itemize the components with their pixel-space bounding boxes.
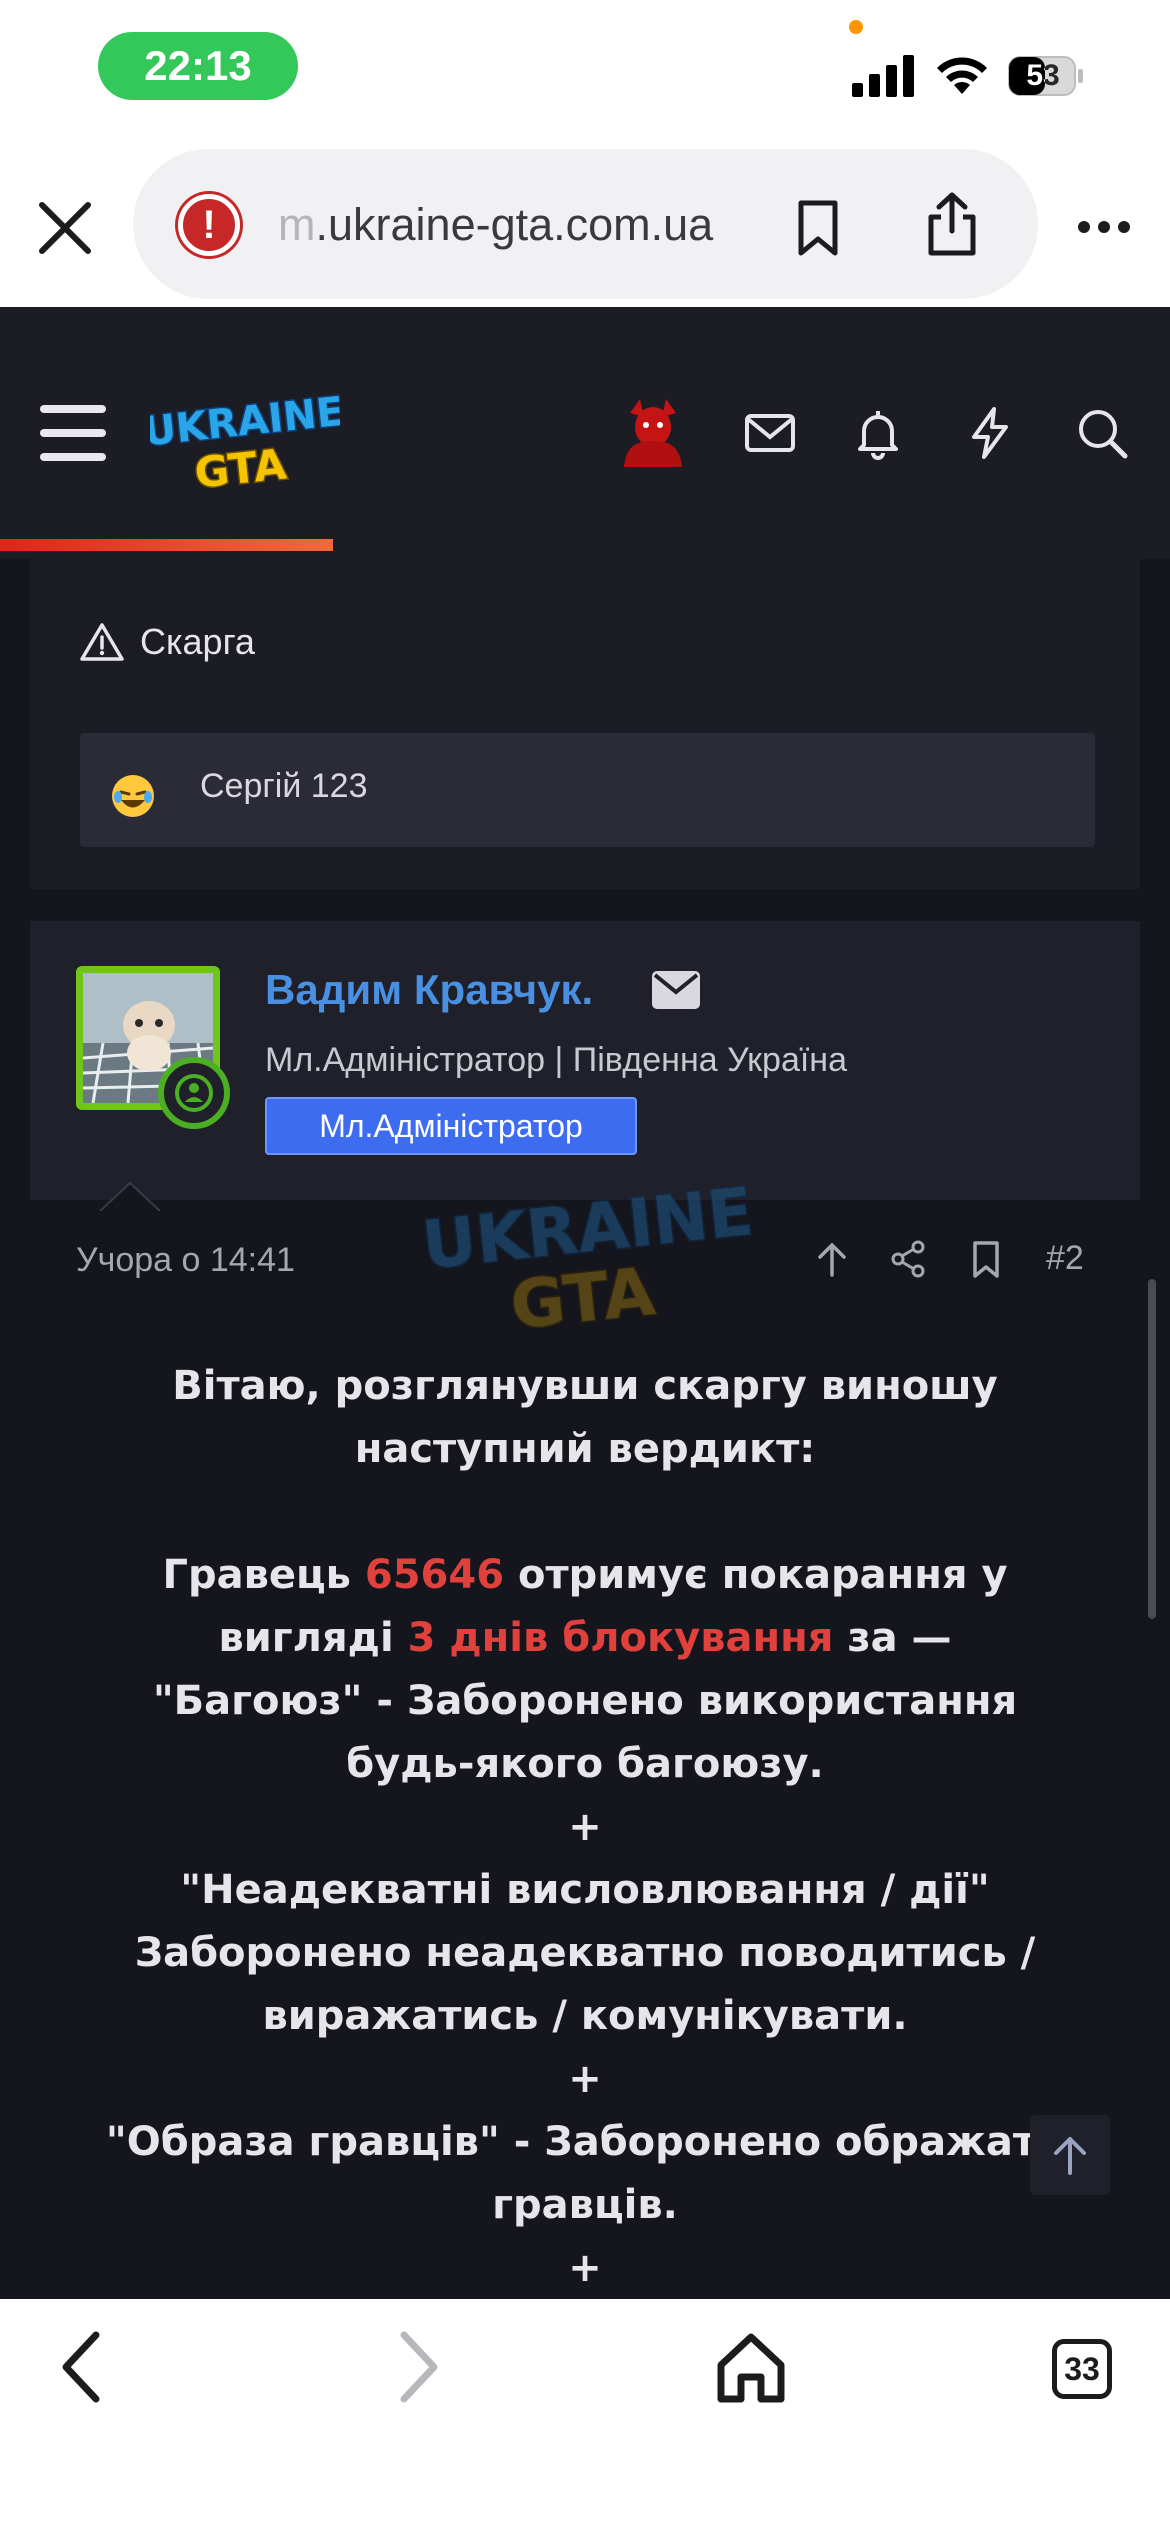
cellular-signal-icon	[852, 55, 914, 97]
plus-separator: +	[568, 2056, 602, 2102]
author-role-line: Мл.Адміністратор | Південна Україна	[265, 1041, 847, 1079]
body-text: за —	[833, 1615, 952, 1661]
scroll-to-top-button[interactable]	[1030, 2115, 1110, 2195]
url-main-part: .ukraine-gta.com.ua	[315, 199, 714, 250]
body-line: гравців.	[492, 2182, 678, 2228]
tabs-button[interactable]: 33	[1052, 2339, 1112, 2399]
body-text: вигляді	[218, 1615, 408, 1661]
svg-text:GTA: GTA	[192, 439, 289, 497]
warning-triangle-icon	[80, 623, 124, 661]
arrow-up-icon	[1054, 2137, 1086, 2175]
body-line: "Образа гравців" - Заборонено ображати	[105, 2119, 1065, 2165]
body-line: будь-якого багоюзу.	[346, 1741, 824, 1787]
header-arrow	[100, 1181, 160, 1211]
ban-duration: 3 днів блокування	[407, 1615, 834, 1661]
site-header: UKRAINE GTA	[0, 307, 1170, 559]
reaction-user[interactable]: Сергій 123	[200, 767, 368, 806]
url-field[interactable]: ! m.ukraine-gta.com.ua	[133, 149, 1038, 299]
page-scrollbar[interactable]	[1148, 1279, 1156, 1619]
complaint-label[interactable]: Скарга	[140, 621, 255, 663]
url-text[interactable]: m.ukraine-gta.com.ua	[278, 199, 713, 251]
svg-text:GTA: GTA	[507, 1253, 658, 1345]
lightning-icon[interactable]	[962, 405, 1018, 461]
envelope-icon[interactable]	[742, 405, 798, 461]
plus-separator: +	[568, 2245, 602, 2291]
post-author-header: Вадим Кравчук. Мл.Адміністратор | Півден…	[30, 921, 1140, 1200]
author-name[interactable]: Вадим Кравчук.	[265, 966, 593, 1014]
player-id: 65646	[364, 1552, 505, 1598]
envelope-icon[interactable]	[652, 971, 700, 1009]
laughing-emoji-icon	[112, 775, 154, 817]
security-warning-icon[interactable]: !	[178, 194, 240, 256]
page-load-progress	[0, 539, 333, 551]
share-icon[interactable]	[923, 191, 981, 257]
browser-toolbar: 33	[0, 2299, 1170, 2532]
site-logo[interactable]: UKRAINE GTA	[140, 387, 348, 499]
hamburger-icon[interactable]	[40, 405, 106, 461]
body-line: Заборонено неадекватно поводитись /	[134, 1930, 1036, 1976]
reactions-box[interactable]: Сергій 123	[80, 733, 1095, 847]
body-text: отримує покарання у	[504, 1552, 1008, 1598]
post-body: Вітаю, розглянувши скаргу виношу наступн…	[30, 1355, 1140, 2299]
post-date[interactable]: Учора о 14:41	[76, 1241, 295, 1280]
home-icon[interactable]	[711, 2327, 791, 2407]
complaint-link[interactable]: Скарга	[80, 621, 255, 663]
body-line: наступний вердикт:	[354, 1426, 816, 1472]
wifi-icon	[937, 57, 987, 94]
bookmark-icon[interactable]	[793, 199, 843, 257]
privacy-indicator-dot	[849, 20, 863, 34]
battery-icon: 53	[1008, 56, 1084, 96]
plus-separator: +	[568, 1804, 602, 1850]
body-line: вигляді 3 днів блокування за —	[30, 1607, 1140, 1670]
body-line: Гравець 65646 отримує покарання у	[30, 1544, 1140, 1607]
user-avatar-icon[interactable]	[620, 395, 686, 467]
online-status-icon	[158, 1057, 230, 1129]
watermark-logo: UKRAINE GTA	[417, 1171, 760, 1351]
bookmark-icon[interactable]	[964, 1237, 1008, 1281]
body-line: Вітаю, розглянувши скаргу виношу	[172, 1363, 998, 1409]
previous-post-footer: Скарга Сергій 123	[30, 559, 1140, 889]
role-badge: Мл.Адміністратор	[265, 1097, 637, 1155]
share-icon[interactable]	[886, 1237, 930, 1281]
url-faded-part: m	[278, 199, 316, 250]
close-icon[interactable]	[36, 199, 94, 257]
body-line: "Багоюз" - Заборонено використання	[152, 1678, 1018, 1724]
forward-icon[interactable]	[376, 2327, 456, 2407]
browser-address-bar: ! m.ukraine-gta.com.ua	[0, 135, 1170, 307]
status-time: 22:13	[98, 32, 298, 100]
status-bar: 22:13 53	[0, 0, 1170, 135]
body-text: Гравець	[162, 1552, 365, 1598]
search-icon[interactable]	[1074, 405, 1130, 461]
post-2: Вадим Кравчук. Мл.Адміністратор | Півден…	[30, 921, 1140, 2299]
body-line: виражатись / комунікувати.	[262, 1993, 908, 2039]
ellipsis-icon[interactable]	[1076, 217, 1132, 237]
body-line: "Неадекватні висловлювання / дії"	[180, 1867, 990, 1913]
bell-icon[interactable]	[850, 405, 906, 461]
post-number[interactable]: #2	[1046, 1239, 1084, 1278]
back-icon[interactable]	[44, 2327, 124, 2407]
arrow-up-icon[interactable]	[810, 1237, 854, 1281]
battery-level: 53	[1026, 59, 1060, 92]
thread-content: Скарга Сергій 123 Вадим Кравчук. Мл.Адмі…	[0, 559, 1170, 2299]
